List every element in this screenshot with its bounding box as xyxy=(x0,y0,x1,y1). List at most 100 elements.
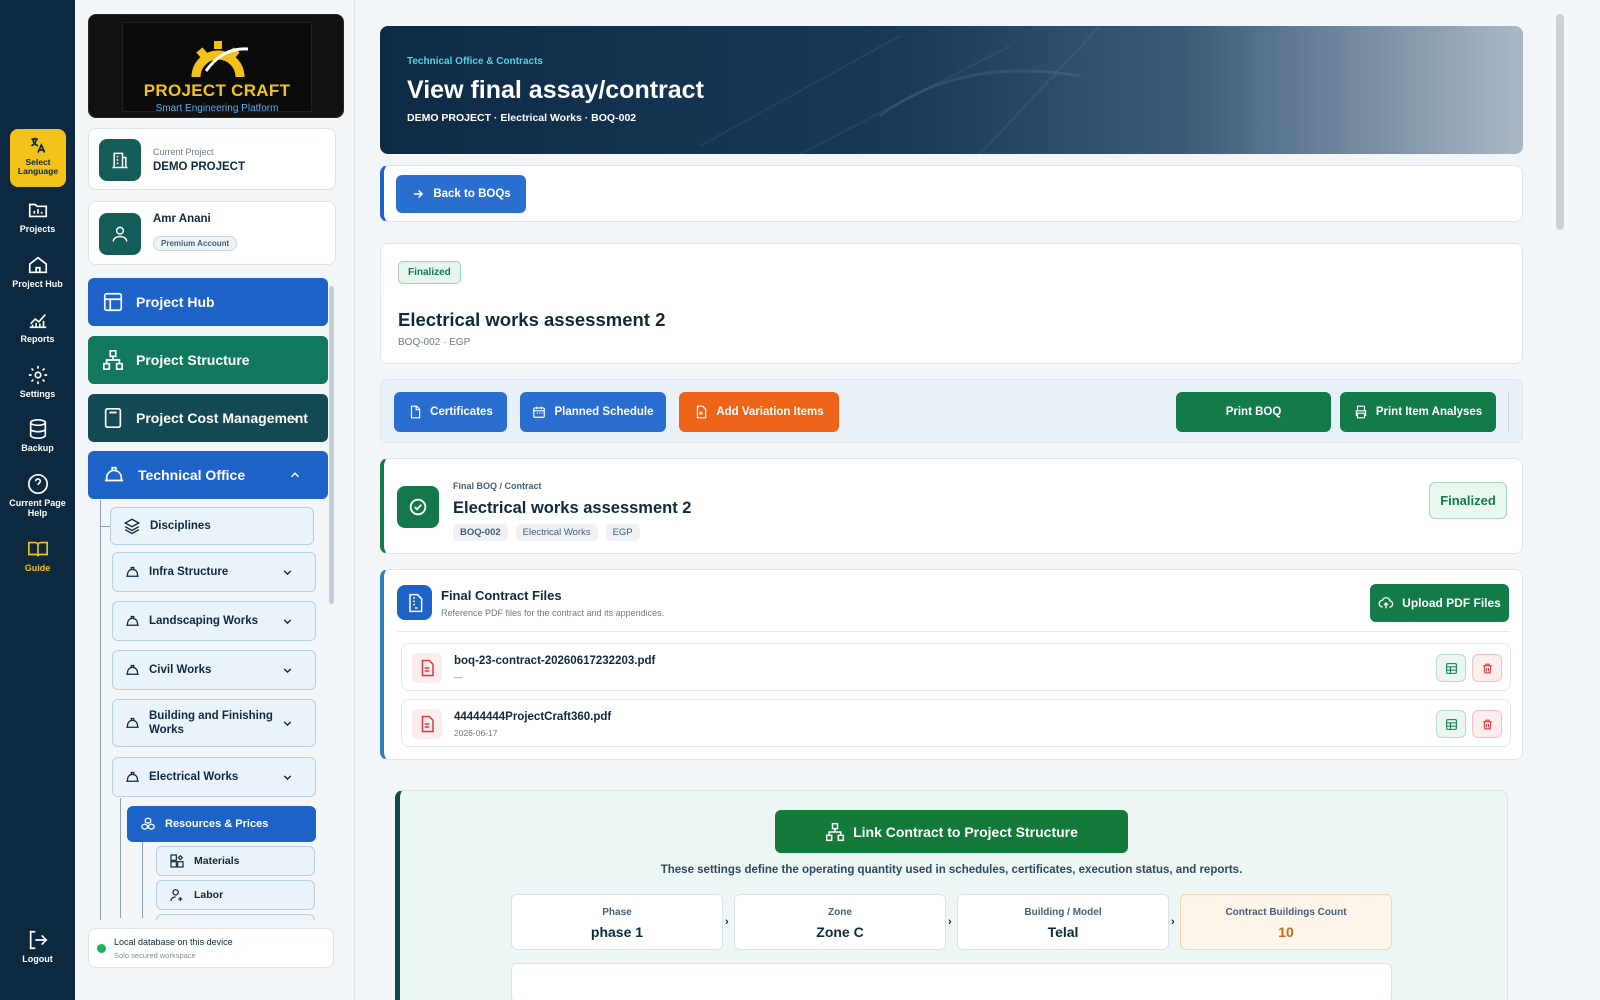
user-card[interactable]: Amr Anani Premium Account xyxy=(88,201,336,265)
upload-pdf-label: Upload PDF Files xyxy=(1402,596,1501,610)
hard-hat-icon xyxy=(126,771,139,782)
nav-project-structure[interactable]: Project Structure xyxy=(88,336,328,384)
file-row[interactable]: 44444444ProjectCraft360.pdf 2026-06-17 xyxy=(401,699,1511,747)
add-variation-items-button[interactable]: Add Variation Items xyxy=(679,392,839,432)
status-badge: Finalized xyxy=(398,261,461,284)
chevron-up-icon xyxy=(290,472,300,478)
sub-resources-label: Resources & Prices xyxy=(165,818,269,830)
rail-backup[interactable]: Backup xyxy=(0,418,75,453)
rail-projects-label: Projects xyxy=(19,224,56,234)
back-to-boqs-button[interactable]: Back to BOQs xyxy=(396,175,526,213)
sub-civil-works[interactable]: Civil Works xyxy=(112,650,316,690)
print-item-analyses-button[interactable]: Print Item Analyses xyxy=(1340,392,1496,432)
chevron-down-icon xyxy=(283,720,292,726)
link-note: These settings define the operating quan… xyxy=(660,864,1243,876)
stat-buildings-count: Contract Buildings Count 10 xyxy=(1180,894,1392,950)
nav-technical-office[interactable]: Technical Office xyxy=(88,451,328,499)
nav-technical-office-label: Technical Office xyxy=(138,467,246,483)
stat-zone: Zone Zone C xyxy=(734,894,946,950)
trash-icon xyxy=(1482,719,1492,729)
summary-title: Electrical works assessment 2 xyxy=(398,309,666,330)
file-date: 2026-06-17 xyxy=(454,728,498,738)
sub-electrical-works[interactable]: Electrical Works xyxy=(112,757,316,797)
delete-file-button[interactable] xyxy=(1472,654,1502,682)
logo-subtitle: Smart Engineering Platform xyxy=(155,103,279,114)
pdf-file-icon xyxy=(412,653,442,683)
sub-disciplines-label: Disciplines xyxy=(150,520,211,532)
nav-project-hub[interactable]: Project Hub xyxy=(88,278,328,326)
page-scrollbar[interactable] xyxy=(1556,14,1564,230)
sub-resources-prices[interactable]: Resources & Prices xyxy=(127,806,316,842)
stat-value: Telal xyxy=(1047,924,1079,940)
gear-icon xyxy=(28,365,47,385)
sub-labor[interactable]: Labor xyxy=(156,880,315,910)
select-language-button[interactable]: Select Language xyxy=(10,129,66,187)
sub-electrical-label: Electrical Works xyxy=(149,771,239,783)
nav-project-cost[interactable]: Project Cost Management xyxy=(88,394,328,442)
open-file-button[interactable] xyxy=(1436,654,1466,682)
file-search-icon xyxy=(397,585,432,620)
sub-civil-label: Civil Works xyxy=(149,664,212,676)
chevron-down-icon xyxy=(283,774,292,780)
db-status-subtitle: Solo secured workspace xyxy=(114,951,196,960)
chevron-down-icon xyxy=(290,415,300,421)
select-language-label: Select Language xyxy=(17,157,59,176)
sub-building-finishing-works[interactable]: Building and Finishing Works xyxy=(112,699,316,747)
book-icon xyxy=(27,541,48,557)
sub-labor-label: Labor xyxy=(194,889,224,901)
rail-logout[interactable]: Logout xyxy=(0,929,75,964)
stat-value: Zone C xyxy=(816,924,864,940)
boq-summary: Finalized Electrical works assessment 2 … xyxy=(380,243,1523,364)
sub-disciplines[interactable]: Disciplines xyxy=(110,507,314,545)
stat-building-model: Building / Model Telal xyxy=(957,894,1169,950)
planned-schedule-button[interactable]: Planned Schedule xyxy=(520,392,666,432)
upload-pdf-button[interactable]: Upload PDF Files xyxy=(1370,584,1509,622)
rail-reports-label: Reports xyxy=(20,334,55,344)
user-gear-icon xyxy=(170,889,183,902)
rail-projects[interactable]: Projects xyxy=(0,199,75,234)
page-title: View final assay/contract xyxy=(407,76,704,104)
side-panel: PROJECT CRAFT Smart Engineering Platform… xyxy=(75,0,355,1000)
sidebar-scrollbar[interactable] xyxy=(329,286,334,604)
back-to-boqs-label: Back to BOQs xyxy=(433,188,511,200)
chevron-down-icon xyxy=(283,569,292,575)
rail-logout-label: Logout xyxy=(22,954,53,964)
final-status-badge: Finalized xyxy=(1429,482,1507,519)
add-variation-items-label: Add Variation Items xyxy=(716,406,824,418)
spreadsheet-icon xyxy=(1445,718,1457,730)
layout-icon xyxy=(103,292,123,312)
document-icon xyxy=(411,405,421,419)
rail-settings[interactable]: Settings xyxy=(0,364,75,399)
stat-label: Zone xyxy=(828,907,852,918)
file-row[interactable]: boq-23-contract-20260617232203.pdf — xyxy=(401,643,1511,691)
sub-materials[interactable]: Materials xyxy=(156,846,315,876)
current-project-label: Current Project xyxy=(153,147,214,157)
print-boq-label: Print BOQ xyxy=(1225,406,1282,418)
stat-label: Contract Buildings Count xyxy=(1225,907,1347,918)
chart-icon xyxy=(29,313,46,329)
open-file-button[interactable] xyxy=(1436,710,1466,738)
delete-file-button[interactable] xyxy=(1472,710,1502,738)
hierarchy-icon xyxy=(826,822,845,841)
header-kicker: Technical Office & Contracts xyxy=(407,56,543,67)
rail-help[interactable]: Current Page Help xyxy=(0,473,75,518)
home-icon xyxy=(28,256,47,274)
final-card-kicker: Final BOQ / Contract xyxy=(453,481,542,491)
rail-reports[interactable]: Reports xyxy=(0,309,75,344)
file-date: — xyxy=(454,672,463,682)
header-subtitle: DEMO PROJECT · Electrical Works · BOQ-00… xyxy=(407,112,637,124)
status-dot xyxy=(97,944,106,953)
nav-project-cost-label: Project Cost Management xyxy=(136,410,308,426)
rail-project-hub[interactable]: Project Hub xyxy=(0,254,75,289)
current-project-card[interactable]: Current Project DEMO PROJECT xyxy=(88,128,336,190)
print-boq-button[interactable]: Print BOQ xyxy=(1176,392,1331,432)
link-contract-button[interactable]: Link Contract to Project Structure xyxy=(775,810,1128,853)
sub-infra-structure[interactable]: Infra Structure xyxy=(112,552,316,592)
rail-guide[interactable]: Guide xyxy=(0,538,75,573)
sub-landscaping-works[interactable]: Landscaping Works xyxy=(112,601,316,641)
badge-check-icon xyxy=(397,486,439,528)
hard-hat-icon xyxy=(126,664,139,675)
certificates-button[interactable]: Certificates xyxy=(394,392,507,432)
print-item-analyses-label: Print Item Analyses xyxy=(1375,406,1483,418)
logo-title: PROJECT CRAFT xyxy=(143,81,291,100)
